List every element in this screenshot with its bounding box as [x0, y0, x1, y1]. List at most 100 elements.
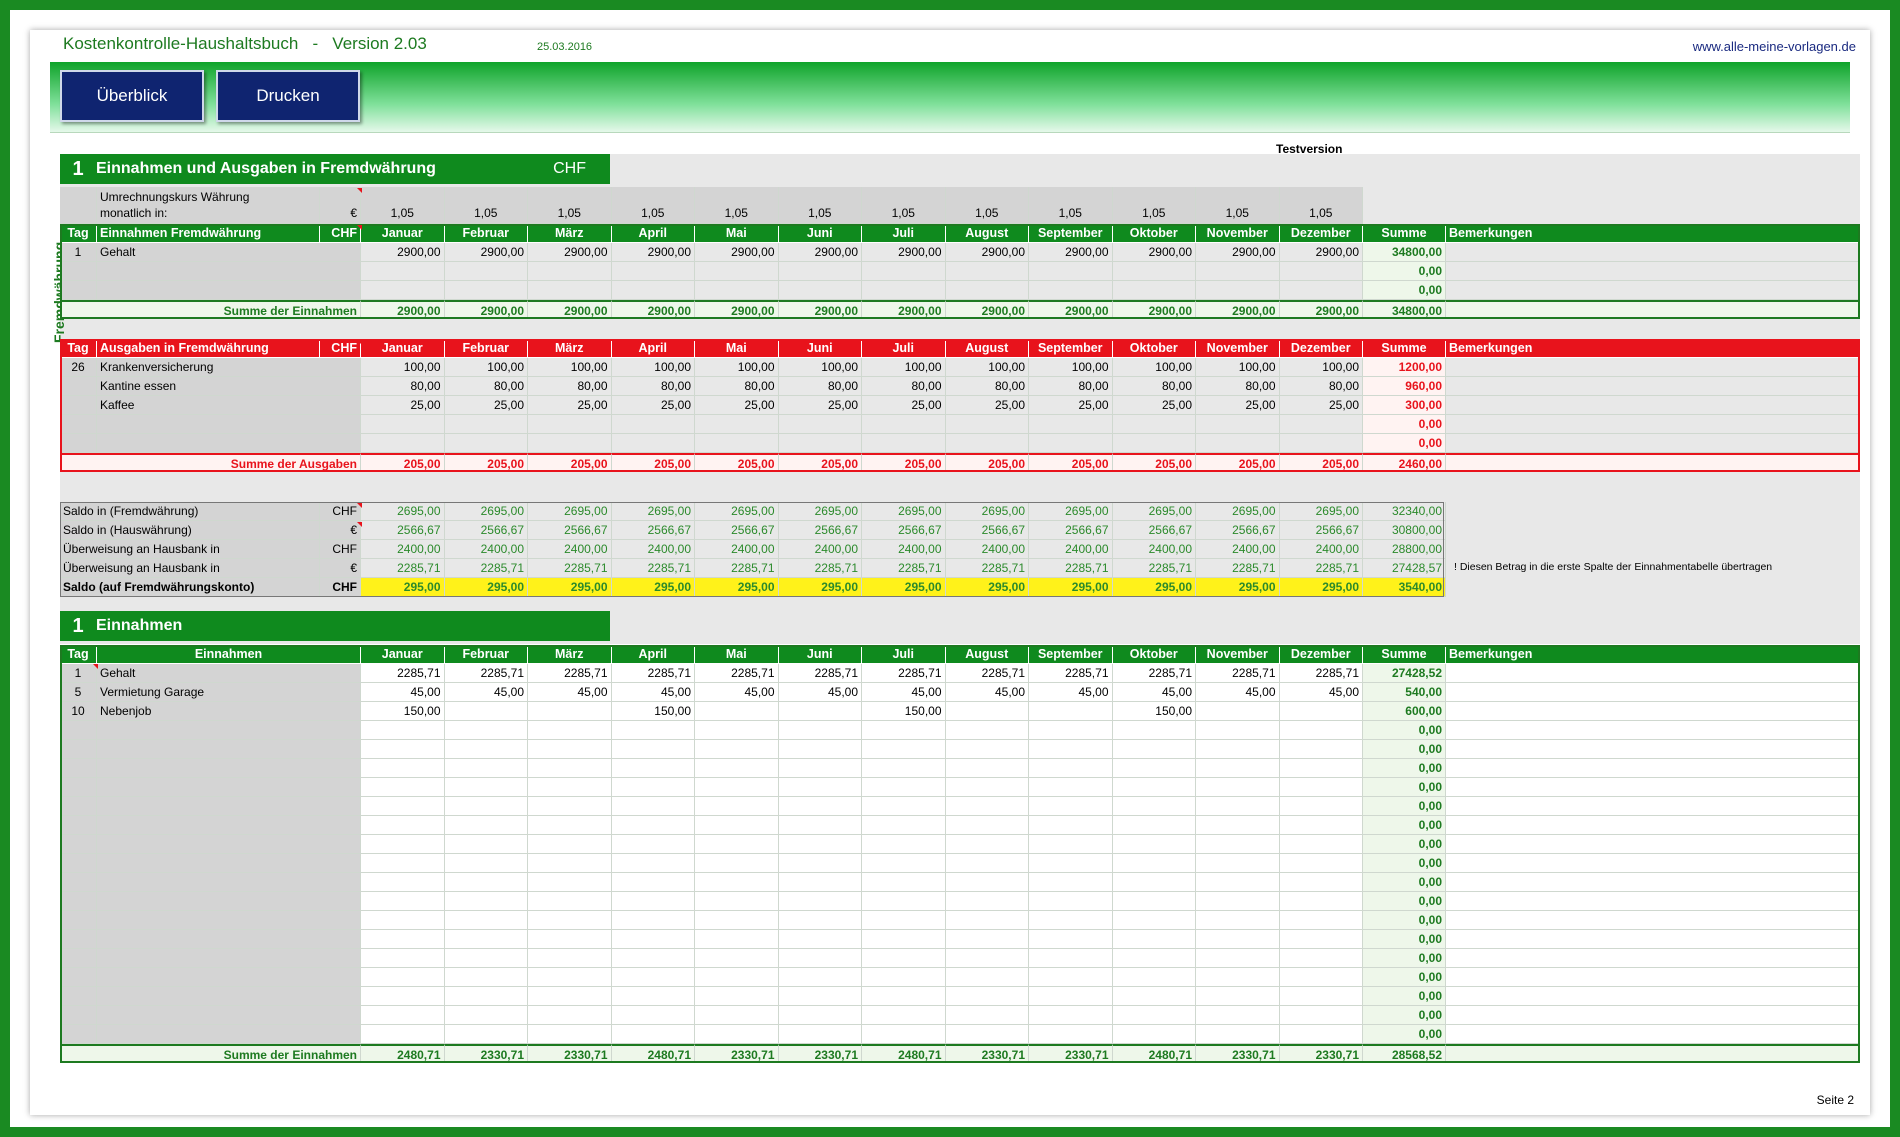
value-cell[interactable]: 25,00 [528, 396, 612, 415]
value-cell[interactable] [945, 835, 1029, 854]
value-cell[interactable] [444, 759, 528, 778]
value-cell[interactable] [1279, 759, 1363, 778]
value-cell[interactable] [862, 835, 946, 854]
name-cell[interactable]: Vermietung Garage [97, 683, 361, 702]
value-cell[interactable] [444, 949, 528, 968]
value-cell[interactable] [528, 281, 612, 300]
notes-cell[interactable] [1446, 281, 1860, 300]
value-cell[interactable] [444, 816, 528, 835]
value-cell[interactable] [862, 892, 946, 911]
value-cell[interactable] [862, 949, 946, 968]
name-cell[interactable]: Gehalt [97, 243, 361, 262]
value-cell[interactable] [361, 987, 445, 1006]
name-cell[interactable] [97, 740, 361, 759]
value-cell[interactable] [611, 721, 695, 740]
value-cell[interactable] [611, 968, 695, 987]
value-cell[interactable]: 45,00 [945, 683, 1029, 702]
value-cell[interactable] [778, 262, 862, 281]
value-cell[interactable] [1112, 968, 1196, 987]
value-cell[interactable] [945, 797, 1029, 816]
notes-cell[interactable] [1446, 816, 1860, 835]
value-cell[interactable] [444, 873, 528, 892]
value-cell[interactable] [528, 434, 612, 453]
value-cell[interactable] [1279, 415, 1363, 434]
name-cell[interactable] [97, 873, 361, 892]
notes-cell[interactable] [1446, 358, 1860, 377]
value-cell[interactable]: 25,00 [361, 396, 445, 415]
value-cell[interactable] [1112, 892, 1196, 911]
value-cell[interactable] [361, 797, 445, 816]
value-cell[interactable] [361, 1006, 445, 1025]
value-cell[interactable] [1029, 797, 1113, 816]
value-cell[interactable] [361, 930, 445, 949]
value-cell[interactable]: 45,00 [361, 683, 445, 702]
value-cell[interactable]: 2900,00 [611, 243, 695, 262]
notes-cell[interactable] [1446, 759, 1860, 778]
value-cell[interactable]: 150,00 [611, 702, 695, 721]
tag-cell[interactable]: 1 [60, 243, 97, 262]
value-cell[interactable]: 2285,71 [1196, 664, 1280, 683]
value-cell[interactable] [1196, 892, 1280, 911]
value-cell[interactable] [695, 740, 779, 759]
tag-cell[interactable] [60, 797, 97, 816]
tag-cell[interactable] [60, 835, 97, 854]
value-cell[interactable] [1279, 721, 1363, 740]
value-cell[interactable] [862, 987, 946, 1006]
value-cell[interactable] [361, 854, 445, 873]
value-cell[interactable] [862, 778, 946, 797]
value-cell[interactable] [528, 816, 612, 835]
rate-value-0[interactable]: 1,05 [361, 187, 445, 224]
rate-value-10[interactable]: 1,05 [1196, 187, 1280, 224]
value-cell[interactable]: 100,00 [1279, 358, 1363, 377]
value-cell[interactable] [862, 854, 946, 873]
name-cell[interactable]: Gehalt [97, 664, 361, 683]
value-cell[interactable] [1279, 434, 1363, 453]
value-cell[interactable] [778, 987, 862, 1006]
value-cell[interactable] [945, 873, 1029, 892]
value-cell[interactable] [611, 987, 695, 1006]
tag-cell[interactable]: 26 [60, 358, 97, 377]
value-cell[interactable] [444, 968, 528, 987]
value-cell[interactable]: 150,00 [862, 702, 946, 721]
value-cell[interactable] [444, 1025, 528, 1044]
value-cell[interactable] [945, 281, 1029, 300]
value-cell[interactable] [611, 930, 695, 949]
value-cell[interactable] [778, 415, 862, 434]
value-cell[interactable] [361, 415, 445, 434]
value-cell[interactable] [1279, 281, 1363, 300]
value-cell[interactable] [528, 740, 612, 759]
notes-cell[interactable] [1446, 740, 1860, 759]
value-cell[interactable] [1029, 721, 1113, 740]
value-cell[interactable] [695, 721, 779, 740]
value-cell[interactable]: 80,00 [862, 377, 946, 396]
value-cell[interactable]: 45,00 [695, 683, 779, 702]
tag-cell[interactable] [60, 396, 97, 415]
value-cell[interactable]: 25,00 [444, 396, 528, 415]
value-cell[interactable]: 2900,00 [1029, 243, 1113, 262]
value-cell[interactable] [361, 1025, 445, 1044]
value-cell[interactable]: 45,00 [1112, 683, 1196, 702]
notes-cell[interactable] [1446, 892, 1860, 911]
value-cell[interactable] [1029, 911, 1113, 930]
value-cell[interactable] [611, 835, 695, 854]
value-cell[interactable] [1029, 873, 1113, 892]
value-cell[interactable] [778, 968, 862, 987]
value-cell[interactable] [695, 873, 779, 892]
value-cell[interactable]: 100,00 [945, 358, 1029, 377]
value-cell[interactable]: 100,00 [528, 358, 612, 377]
value-cell[interactable] [1029, 892, 1113, 911]
name-cell[interactable] [97, 835, 361, 854]
value-cell[interactable] [1029, 1006, 1113, 1025]
notes-cell[interactable] [1446, 262, 1860, 281]
value-cell[interactable] [1196, 778, 1280, 797]
value-cell[interactable] [611, 873, 695, 892]
notes-cell[interactable] [1446, 415, 1860, 434]
value-cell[interactable]: 25,00 [1029, 396, 1113, 415]
value-cell[interactable] [945, 1006, 1029, 1025]
value-cell[interactable]: 2900,00 [695, 243, 779, 262]
value-cell[interactable]: 2285,71 [945, 664, 1029, 683]
value-cell[interactable] [778, 835, 862, 854]
tag-cell[interactable] [60, 911, 97, 930]
notes-cell[interactable] [1446, 664, 1860, 683]
value-cell[interactable] [778, 702, 862, 721]
